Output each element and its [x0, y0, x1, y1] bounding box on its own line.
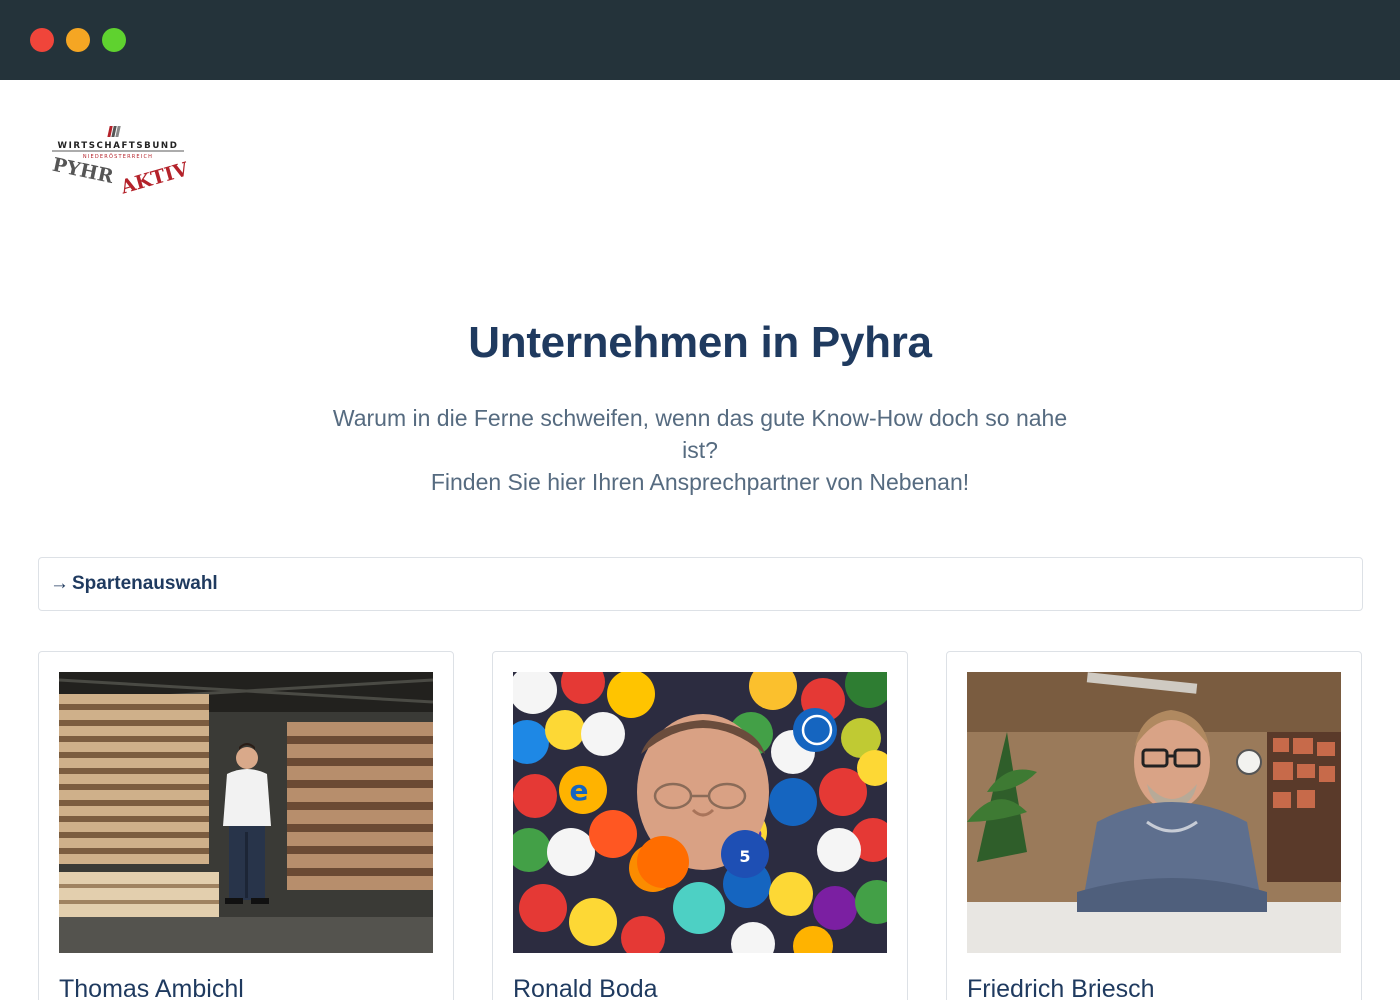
person-photo: e php 5 [513, 672, 887, 953]
logo-word-right: AKTIV [117, 158, 188, 194]
company-card[interactable]: Thomas Ambichl [38, 651, 454, 1000]
person-photo [967, 672, 1341, 953]
site-logo[interactable]: WIRTSCHAFTSBUND NIEDERÖSTERREICH PYHR AK… [48, 120, 192, 199]
svg-text:e: e [570, 774, 589, 807]
person-name[interactable]: Thomas Ambichl [59, 975, 244, 1000]
arrow-right-icon: → [50, 573, 69, 594]
category-filter-label: Spartenauswahl [72, 573, 218, 594]
minimize-window-button[interactable] [66, 28, 90, 52]
company-card[interactable]: e php 5 Ronald Boda [492, 651, 908, 1000]
person-name[interactable]: Ronald Boda [513, 975, 658, 1000]
logo-emblem-icon: WIRTSCHAFTSBUND NIEDERÖSTERREICH PYHR AK… [50, 126, 192, 199]
category-filter-toggle[interactable]: → Spartenauswahl [38, 557, 1363, 611]
subtitle-line-3: Finden Sie hier Ihren Ansprechpartner vo… [430, 469, 970, 495]
company-card[interactable]: Friedrich Briesch [946, 651, 1362, 1000]
logo-line2: NIEDERÖSTERREICH [83, 153, 153, 160]
subtitle-line-2: ist? [682, 437, 718, 463]
person-name[interactable]: Friedrich Briesch [967, 975, 1155, 1000]
subtitle-line-1: Warum in die Ferne schweifen, wenn das g… [332, 405, 1068, 431]
logo-line1: WIRTSCHAFTSBUND [58, 141, 179, 151]
svg-text:5: 5 [739, 847, 750, 866]
person-photo [59, 672, 433, 953]
close-window-button[interactable] [30, 28, 54, 52]
page-subtitle: Warum in die Ferne schweifen, wenn das g… [310, 402, 1090, 498]
maximize-window-button[interactable] [102, 28, 126, 52]
window-titlebar [0, 0, 1400, 80]
page-title: Unternehmen in Pyhra [468, 318, 932, 367]
